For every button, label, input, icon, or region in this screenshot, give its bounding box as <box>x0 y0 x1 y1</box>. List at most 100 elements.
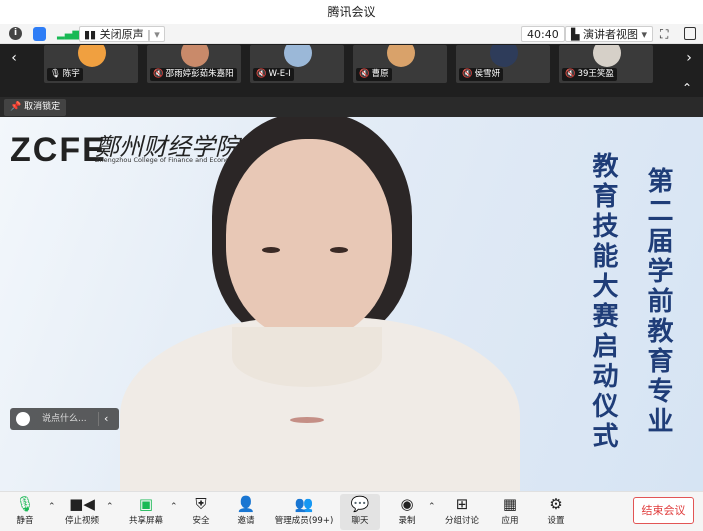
settings-label: 设置 <box>547 516 565 526</box>
fullscreen-icon[interactable]: ⛶ <box>660 26 668 42</box>
participant-tile[interactable]: 🎙 陈宇 <box>44 45 138 83</box>
participant-name-tag: 🔇 39王笑盈 <box>562 68 617 81</box>
banner-title-line2: 教育技能大赛启动仪式 <box>588 152 618 452</box>
school-name-en: Zhengzhou College of Finance and Economi… <box>95 156 245 164</box>
participant-name: 39王笑盈 <box>577 69 614 79</box>
participant-tile[interactable]: 🔇 曹原 <box>353 45 447 83</box>
meeting-timer: 40:40 <box>521 26 565 42</box>
mute-original-button[interactable]: ▮▮ 关闭原声 | ▾ <box>79 26 165 42</box>
stage-header <box>0 97 703 117</box>
participant-name-tag: 🔇 邵雨婷彭茹朱嘉阳 <box>150 68 237 81</box>
add-user-icon: 👤 <box>236 495 256 513</box>
unpin-label: 取消锁定 <box>24 102 61 112</box>
participant-name: 邵雨婷彭茹朱嘉阳 <box>165 69 234 79</box>
mute-label: 静音 <box>16 516 34 526</box>
breakout-label: 分组讨论 <box>444 516 479 526</box>
record-button[interactable]: ◉ 录制 <box>390 494 424 530</box>
mute-original-label: 关闭原声 <box>99 28 144 41</box>
participant-tile[interactable]: 🔇 W-E-I <box>250 45 344 83</box>
chevron-down-icon: ▾ <box>641 28 647 41</box>
breakout-button[interactable]: ⊞ 分组讨论 <box>442 494 482 530</box>
gear-icon: ⚙ <box>549 495 563 513</box>
chat-bubble-icon: 💬 <box>350 495 370 513</box>
mic-muted-icon: 🔇 <box>153 69 164 79</box>
shield-icon: ⛨ <box>195 495 207 513</box>
participant-name: 曹原 <box>371 69 389 79</box>
end-meeting-button[interactable]: 结束会议 <box>633 497 694 524</box>
mute-button[interactable]: 🎙 静音 <box>8 494 42 530</box>
participant-avatar <box>78 45 106 67</box>
speaker-mouth <box>290 417 324 423</box>
settings-button[interactable]: ⚙ 设置 <box>540 494 572 530</box>
participant-name-tag: 🔇 侯雪妍 <box>459 68 504 81</box>
members-icon: 👥 <box>294 495 314 513</box>
invite-button[interactable]: 👤 邀请 <box>230 494 262 530</box>
chevron-left-icon[interactable]: ‹ <box>104 408 108 430</box>
security-button[interactable]: ⛨ 安全 <box>185 494 217 530</box>
unpin-button[interactable]: 📌 取消锁定 <box>4 99 67 116</box>
collapse-strip-icon[interactable]: ⌃ <box>682 81 692 95</box>
share-screen-button[interactable]: ▣ 共享屏幕 <box>124 494 168 530</box>
participant-avatar <box>284 45 312 67</box>
chevron-down-icon: | ▾ <box>147 28 160 41</box>
window-title-bar: 腾讯会议 <box>0 0 703 24</box>
apps-icon: ▦ <box>502 495 518 513</box>
main-video: ZCFE 鄭州财经学院 Zhengzhou College of Finance… <box>0 117 703 491</box>
chevron-up-icon[interactable]: ⌃ <box>106 502 114 512</box>
waveform-icon: ▮▮ <box>84 28 97 41</box>
participant-avatar <box>593 45 621 67</box>
participant-tile[interactable]: 🔇 侯雪妍 <box>456 45 550 83</box>
participant-name: 陈宇 <box>62 69 80 79</box>
view-mode-label: 演讲者视图 <box>582 28 638 41</box>
chevron-up-icon[interactable]: ⌃ <box>170 502 178 512</box>
chat-placeholder: 说点什么... <box>42 414 87 424</box>
breakout-icon: ⊞ <box>455 495 469 513</box>
participant-name: 侯雪妍 <box>474 69 501 79</box>
sidebar-toggle-icon[interactable] <box>684 27 696 40</box>
shield-icon[interactable] <box>33 27 46 41</box>
participant-strip: ‹ 🎙 陈宇 🔇 邵雨婷彭茹朱嘉阳 🔇 W-E-I 🔇 曹原 🔇 侯雪妍 🔇 39王笑盈 › <box>0 44 703 85</box>
speaker-eye-right <box>330 247 348 253</box>
mic-muted-icon: 🔇 <box>565 69 576 79</box>
banner-title-line1: 第二届学前教育专业 <box>643 167 673 437</box>
strip-next-button[interactable]: › <box>675 44 703 85</box>
participant-name-tag: 🔇 曹原 <box>356 68 392 81</box>
participant-tile[interactable]: 🔇 39王笑盈 <box>559 45 653 83</box>
emoji-icon[interactable] <box>16 412 30 426</box>
pin-icon: 📌 <box>10 102 22 112</box>
mic-muted-icon: 🔇 <box>359 69 370 79</box>
manage-members-button[interactable]: 👥 管理成员(99+) <box>272 494 336 530</box>
participant-name: W-E-I <box>268 69 291 79</box>
stop-video-button[interactable]: ■◀ 停止视频 <box>60 494 104 530</box>
participant-tile[interactable]: 🔇 邵雨婷彭茹朱嘉阳 <box>147 45 241 83</box>
share-screen-icon: ▣ <box>138 495 154 513</box>
chat-button[interactable]: 💬 聊天 <box>340 494 380 530</box>
security-label: 安全 <box>192 516 210 526</box>
chat-input-bar[interactable]: 说点什么... ‹ <box>10 408 119 430</box>
invite-label: 邀请 <box>237 516 255 526</box>
chevron-up-icon[interactable]: ⌃ <box>48 502 56 512</box>
camera-icon: ■◀ <box>69 495 95 513</box>
speaker-collar <box>232 327 382 387</box>
apps-button[interactable]: ▦ 应用 <box>494 494 526 530</box>
signal-icon[interactable]: ▂▄▆ <box>57 27 80 43</box>
participant-strip-footer: ⌃ <box>0 81 703 97</box>
participant-name-tag: 🎙 陈宇 <box>47 68 83 81</box>
chevron-up-icon[interactable]: ⌃ <box>428 502 436 512</box>
bottom-control-bar: 🎙 静音 ⌃ ■◀ 停止视频 ⌃ ▣ 共享屏幕 ⌃ ⛨ 安全 👤 邀请 👥 管理… <box>0 491 703 531</box>
share-screen-label: 共享屏幕 <box>128 516 163 526</box>
zcfe-logo: ZCFE <box>10 131 107 169</box>
microphone-icon: 🎙 <box>50 69 61 79</box>
mic-muted-icon: 🔇 <box>256 69 267 79</box>
apps-label: 应用 <box>501 516 519 526</box>
info-icon[interactable]: i <box>9 27 22 40</box>
record-icon: ◉ <box>400 495 414 513</box>
participant-avatar <box>490 45 518 67</box>
participant-avatar <box>387 45 415 67</box>
strip-prev-button[interactable]: ‹ <box>0 44 28 85</box>
microphone-icon: 🎙 <box>15 495 35 513</box>
manage-members-label: 管理成员(99+) <box>274 516 334 526</box>
stop-video-label: 停止视频 <box>64 516 99 526</box>
view-mode-button[interactable]: ▙ 演讲者视图 ▾ <box>565 26 653 42</box>
participant-avatar <box>181 45 209 67</box>
